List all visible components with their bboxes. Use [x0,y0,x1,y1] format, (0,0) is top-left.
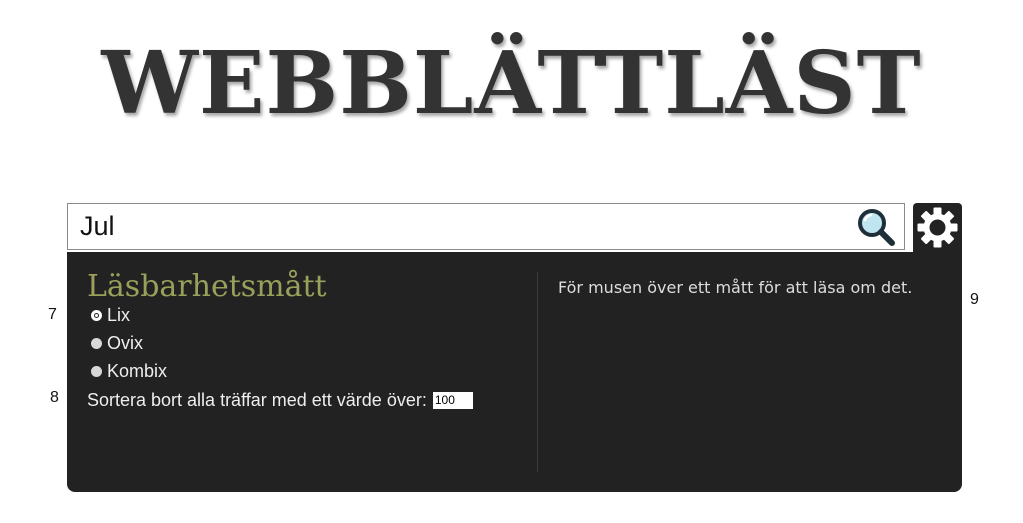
site-logo: WEBBLÄTTLÄST [101,33,922,134]
radio-button[interactable] [91,337,102,349]
settings-panel: Läsbarhetsmått Lix Ovix Kombix Sortera b… [67,252,962,492]
radio-label: Kombix [107,360,168,381]
radio-option-lix[interactable]: Lix [91,303,130,327]
radio-button[interactable] [91,365,102,377]
threshold-input[interactable] [432,391,473,409]
help-text: För musen över ett mått för att läsa om … [558,278,913,297]
filter-label: Sortera bort alla träffar med ett värde … [87,389,427,410]
panel-title: Läsbarhetsmått [87,269,327,304]
radio-option-kombix[interactable]: Kombix [91,359,167,383]
filter-row: Sortera bort alla träffar med ett värde … [87,388,473,412]
search-icon [858,209,895,246]
search-bar [67,203,905,250]
search-button[interactable] [856,207,896,247]
annotation-8: 8 [50,389,59,406]
radio-button-checked[interactable] [91,309,102,321]
panel-divider [537,272,538,472]
annotation-7: 7 [48,306,57,323]
annotation-9: 9 [970,291,979,308]
radio-label: Lix [107,304,131,325]
radio-option-ovix[interactable]: Ovix [91,331,143,355]
search-input[interactable] [68,204,838,249]
gear-icon [917,207,958,248]
settings-button[interactable] [913,203,962,252]
radio-label: Ovix [107,332,143,353]
